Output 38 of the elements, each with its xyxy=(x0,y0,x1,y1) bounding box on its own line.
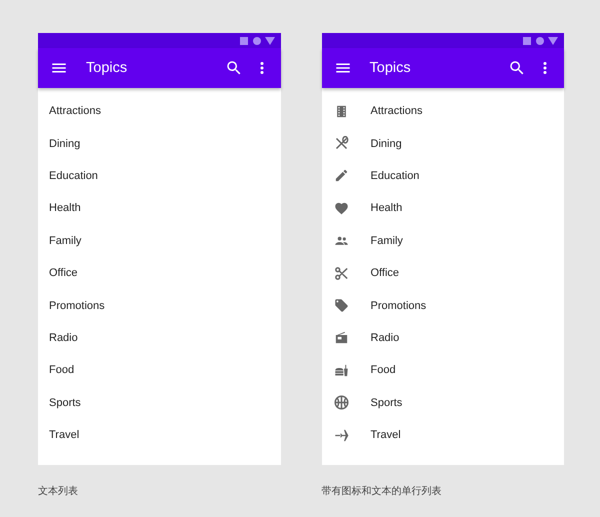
list-item[interactable]: Education xyxy=(38,160,280,192)
list-item[interactable]: Attractions xyxy=(38,95,280,128)
heart-icon xyxy=(334,200,348,216)
caption: 文本列表 xyxy=(38,484,79,498)
scissors-icon xyxy=(334,266,348,281)
tag-icon xyxy=(334,298,348,314)
list-item[interactable]: Dining xyxy=(38,127,280,160)
status-icons xyxy=(523,36,559,46)
list-item[interactable]: Health xyxy=(38,192,280,225)
list-item[interactable]: Health xyxy=(322,192,564,225)
list-item[interactable]: Education xyxy=(322,160,564,192)
list-item[interactable]: Food xyxy=(322,354,564,387)
search-icon[interactable] xyxy=(508,59,526,77)
list-item[interactable]: Attractions xyxy=(322,95,564,128)
app-bar-title: Topics xyxy=(370,60,412,76)
list-item[interactable]: Travel xyxy=(322,418,564,452)
list-item[interactable]: Office xyxy=(38,256,280,290)
list-item[interactable]: Travel xyxy=(38,418,280,452)
list-item[interactable]: Promotions xyxy=(322,289,564,322)
airplane-icon xyxy=(334,428,348,443)
list-item[interactable]: Family xyxy=(322,224,564,257)
fork-spoon-icon xyxy=(334,136,348,152)
burger-drink-icon xyxy=(334,362,348,378)
list-item[interactable]: Family xyxy=(38,224,280,257)
radio-icon xyxy=(334,330,348,346)
status-icons xyxy=(240,36,276,46)
list-item[interactable]: Office xyxy=(322,256,564,290)
list-item[interactable]: Dining xyxy=(322,127,564,160)
pencil-icon xyxy=(334,168,348,184)
list-item[interactable]: Food xyxy=(38,354,280,387)
list-item[interactable]: Radio xyxy=(322,322,564,354)
caption: 带有图标和文本的单行列表 xyxy=(322,484,442,498)
list-item[interactable]: Sports xyxy=(322,386,564,419)
search-icon[interactable] xyxy=(224,59,242,77)
list-item[interactable]: Radio xyxy=(38,322,280,354)
list-item[interactable]: Sports xyxy=(38,386,280,419)
list-item[interactable]: Promotions xyxy=(38,289,280,322)
app-bar-title: Topics xyxy=(86,60,128,76)
